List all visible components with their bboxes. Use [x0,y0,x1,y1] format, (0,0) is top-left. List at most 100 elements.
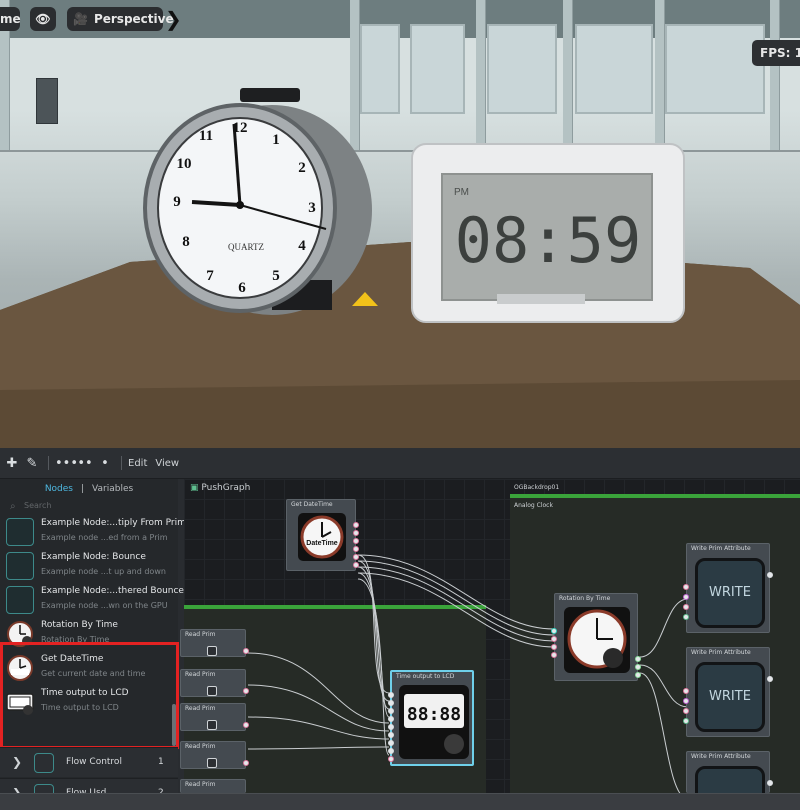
output-port[interactable] [243,760,249,766]
output-port[interactable] [243,688,249,694]
node-write-prim-attribute[interactable]: Write Prim Attribute [686,751,773,806]
output-port[interactable] [353,530,359,536]
input-port[interactable] [388,700,394,706]
output-port[interactable] [243,648,249,654]
camera-icon: 🎥 [73,12,88,26]
output-port[interactable] [353,562,359,568]
numeral-9: 9 [173,194,181,210]
3d-viewport[interactable]: 12 1 2 3 4 5 6 7 8 9 10 11 QUARTZ PM 08:… [0,0,800,448]
lcd-ampm: PM [454,187,469,198]
node-library-sidebar: Nodes | Variables Search Example Node:..… [0,479,186,810]
chevron-right-icon[interactable]: ❯ [12,755,22,769]
list-item[interactable]: Example Node:...tiply From Prim Example … [0,515,186,549]
node-icon [6,518,34,546]
output-port[interactable] [767,676,773,682]
output-port[interactable] [635,672,641,678]
more-icon[interactable]: ••• [55,456,78,471]
clock-icon [564,607,630,673]
scene-render: 12 1 2 3 4 5 6 7 8 9 10 11 QUARTZ PM 08:… [0,88,800,448]
visibility-toggle[interactable]: 👁 [30,7,56,31]
numeral-3: 3 [308,200,316,216]
numeral-8: 8 [182,234,190,250]
menu-view[interactable]: View [155,458,179,469]
datetime-clock-icon: DateTime [298,513,346,561]
app-window: 12 1 2 3 4 5 6 7 8 9 10 11 QUARTZ PM 08:… [0,0,800,810]
input-port[interactable] [551,652,557,658]
output-port[interactable] [243,722,249,728]
status-bar [0,793,800,810]
input-port[interactable] [683,718,689,724]
category-flow-control[interactable]: ❯ Flow Control 1 [0,747,178,777]
node-write-prim-attribute[interactable]: Write Prim Attribute WRITE [683,543,773,633]
input-port[interactable] [551,644,557,650]
write-icon: WRITE [695,558,765,628]
list-item-get-datetime[interactable]: Get DateTime Get current date and time [0,651,178,685]
node-read-prim[interactable]: Read Prim [180,703,249,731]
input-port[interactable] [388,716,394,722]
edit-pencil-icon[interactable]: ✎ [22,456,42,471]
input-port[interactable] [388,732,394,738]
node-read-prim[interactable]: Read Prim [180,741,249,769]
input-port[interactable] [388,724,394,730]
graph-canvas[interactable]: PushGraph OGBackdrop01 Analog Clock [180,479,800,806]
output-port[interactable] [353,554,359,560]
input-port[interactable] [388,708,394,714]
tab-variables[interactable]: Variables [92,484,133,494]
output-port[interactable] [767,780,773,786]
input-port[interactable] [683,594,689,600]
input-port[interactable] [683,688,689,694]
output-port[interactable] [635,656,641,662]
numeral-12: 12 [233,120,248,136]
node-get-datetime[interactable]: Get DateTime DateTime [286,499,359,571]
eye-icon: 👁 [35,12,51,26]
prim-icon [207,758,217,768]
node-time-output-lcd[interactable]: Time output to LCD 88:88 [388,670,474,766]
output-port[interactable] [353,538,359,544]
node-write-prim-attribute[interactable]: Write Prim Attribute WRITE [683,647,773,737]
node-read-prim[interactable]: Read Prim [180,629,249,657]
numeral-7: 7 [206,268,214,284]
numeral-1: 1 [272,132,280,148]
input-port[interactable] [683,604,689,610]
node-read-prim[interactable]: Read Prim [180,669,249,697]
input-port[interactable] [683,584,689,590]
numeral-2: 2 [298,160,306,176]
list-item[interactable]: Example Node: Bounce Example node ...t u… [0,549,178,583]
layout-icon[interactable]: •• [75,456,95,471]
node-rotation-by-time[interactable]: Rotation By Time [551,593,641,681]
menu-edit[interactable]: Edit [128,458,147,469]
output-port[interactable] [767,572,773,578]
node-list: Example Node:...tiply From Prim Example … [0,518,186,723]
input-port[interactable] [388,740,394,746]
clock-icon [7,621,33,647]
lcd-icon [6,693,34,715]
output-port[interactable] [635,664,641,670]
chevron-right-icon[interactable]: ❯ [165,8,182,30]
camera-dropdown[interactable]: 🎥 Perspective [67,7,174,31]
graph-tab[interactable]: PushGraph [190,483,250,493]
list-item[interactable]: Example Node:...thered Bounce Example no… [0,583,184,617]
add-icon[interactable]: ✚ [2,456,22,471]
viewport-menu-button[interactable]: me [0,7,21,31]
input-port[interactable] [388,692,394,698]
input-port[interactable] [551,636,557,642]
input-port[interactable] [388,756,394,762]
input-port[interactable] [388,748,394,754]
sidebar-tabs: Nodes | Variables [44,484,134,494]
dot-icon[interactable]: • [95,456,115,471]
list-item-time-output-lcd[interactable]: Time output to LCD Time output to LCD [0,685,178,719]
input-port[interactable] [683,698,689,704]
input-port[interactable] [683,708,689,714]
prim-icon [207,646,217,656]
svg-text:DateTime: DateTime [306,540,337,547]
list-item-rotation-by-time[interactable]: Rotation By Time Rotation By Time [0,617,178,651]
output-port[interactable] [353,522,359,528]
node-read-prim[interactable]: Read Prim [180,779,246,793]
sidebar-scrollbar[interactable] [172,704,176,746]
tab-nodes[interactable]: Nodes [45,484,73,494]
input-port[interactable] [683,614,689,620]
input-port[interactable] [551,628,557,634]
output-port[interactable] [353,546,359,552]
node-icon [6,552,34,580]
lcd-time: 08:59 [455,204,642,277]
